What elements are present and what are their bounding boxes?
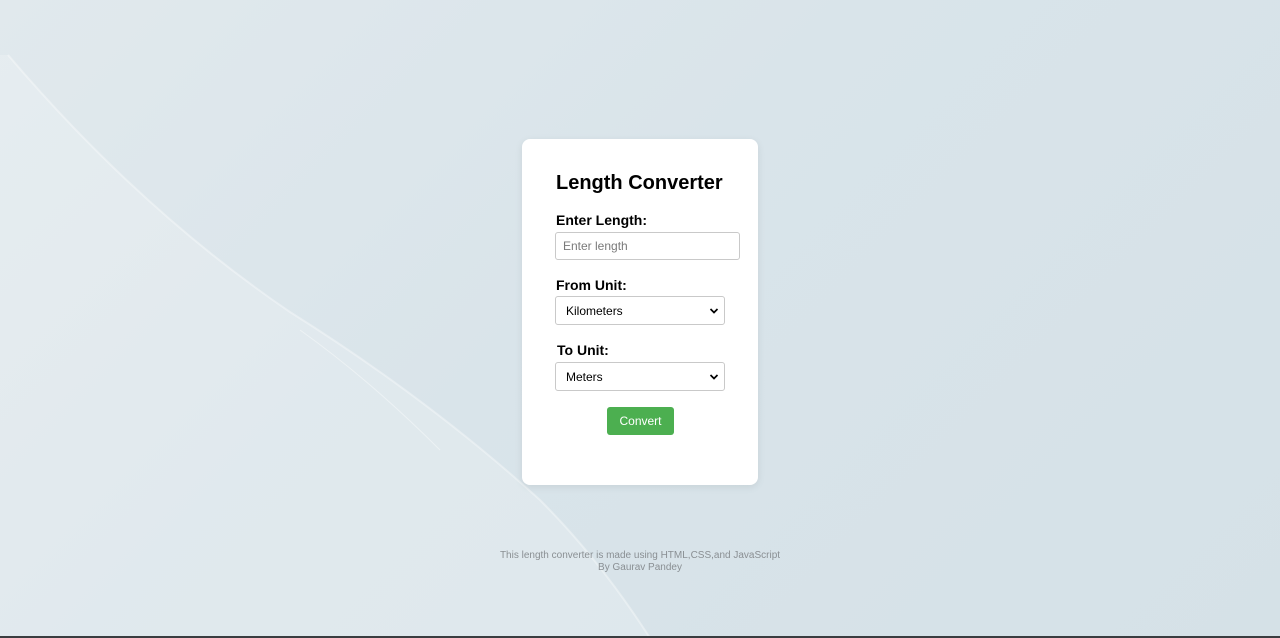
chevron-down-icon bbox=[709, 308, 719, 314]
from-unit-label: From Unit: bbox=[556, 277, 627, 293]
to-unit-value: Meters bbox=[566, 370, 603, 384]
footer-line-tech: This length converter is made using HTML… bbox=[499, 550, 781, 561]
to-unit-select[interactable]: Meters bbox=[555, 362, 725, 391]
chevron-down-icon bbox=[709, 374, 719, 380]
from-unit-value: Kilometers bbox=[566, 304, 623, 318]
footer-line-author: By Gaurav Pandey bbox=[598, 562, 682, 573]
page-title: Length Converter bbox=[556, 172, 723, 194]
length-input[interactable] bbox=[555, 232, 740, 260]
to-unit-label: To Unit: bbox=[557, 342, 609, 358]
from-unit-select[interactable]: Kilometers bbox=[555, 296, 725, 325]
convert-button[interactable]: Convert bbox=[607, 407, 674, 435]
footer-credits: This length converter is made using HTML… bbox=[440, 550, 840, 574]
converter-card: Length Converter Enter Length: From Unit… bbox=[522, 139, 758, 485]
length-label: Enter Length: bbox=[556, 212, 647, 228]
